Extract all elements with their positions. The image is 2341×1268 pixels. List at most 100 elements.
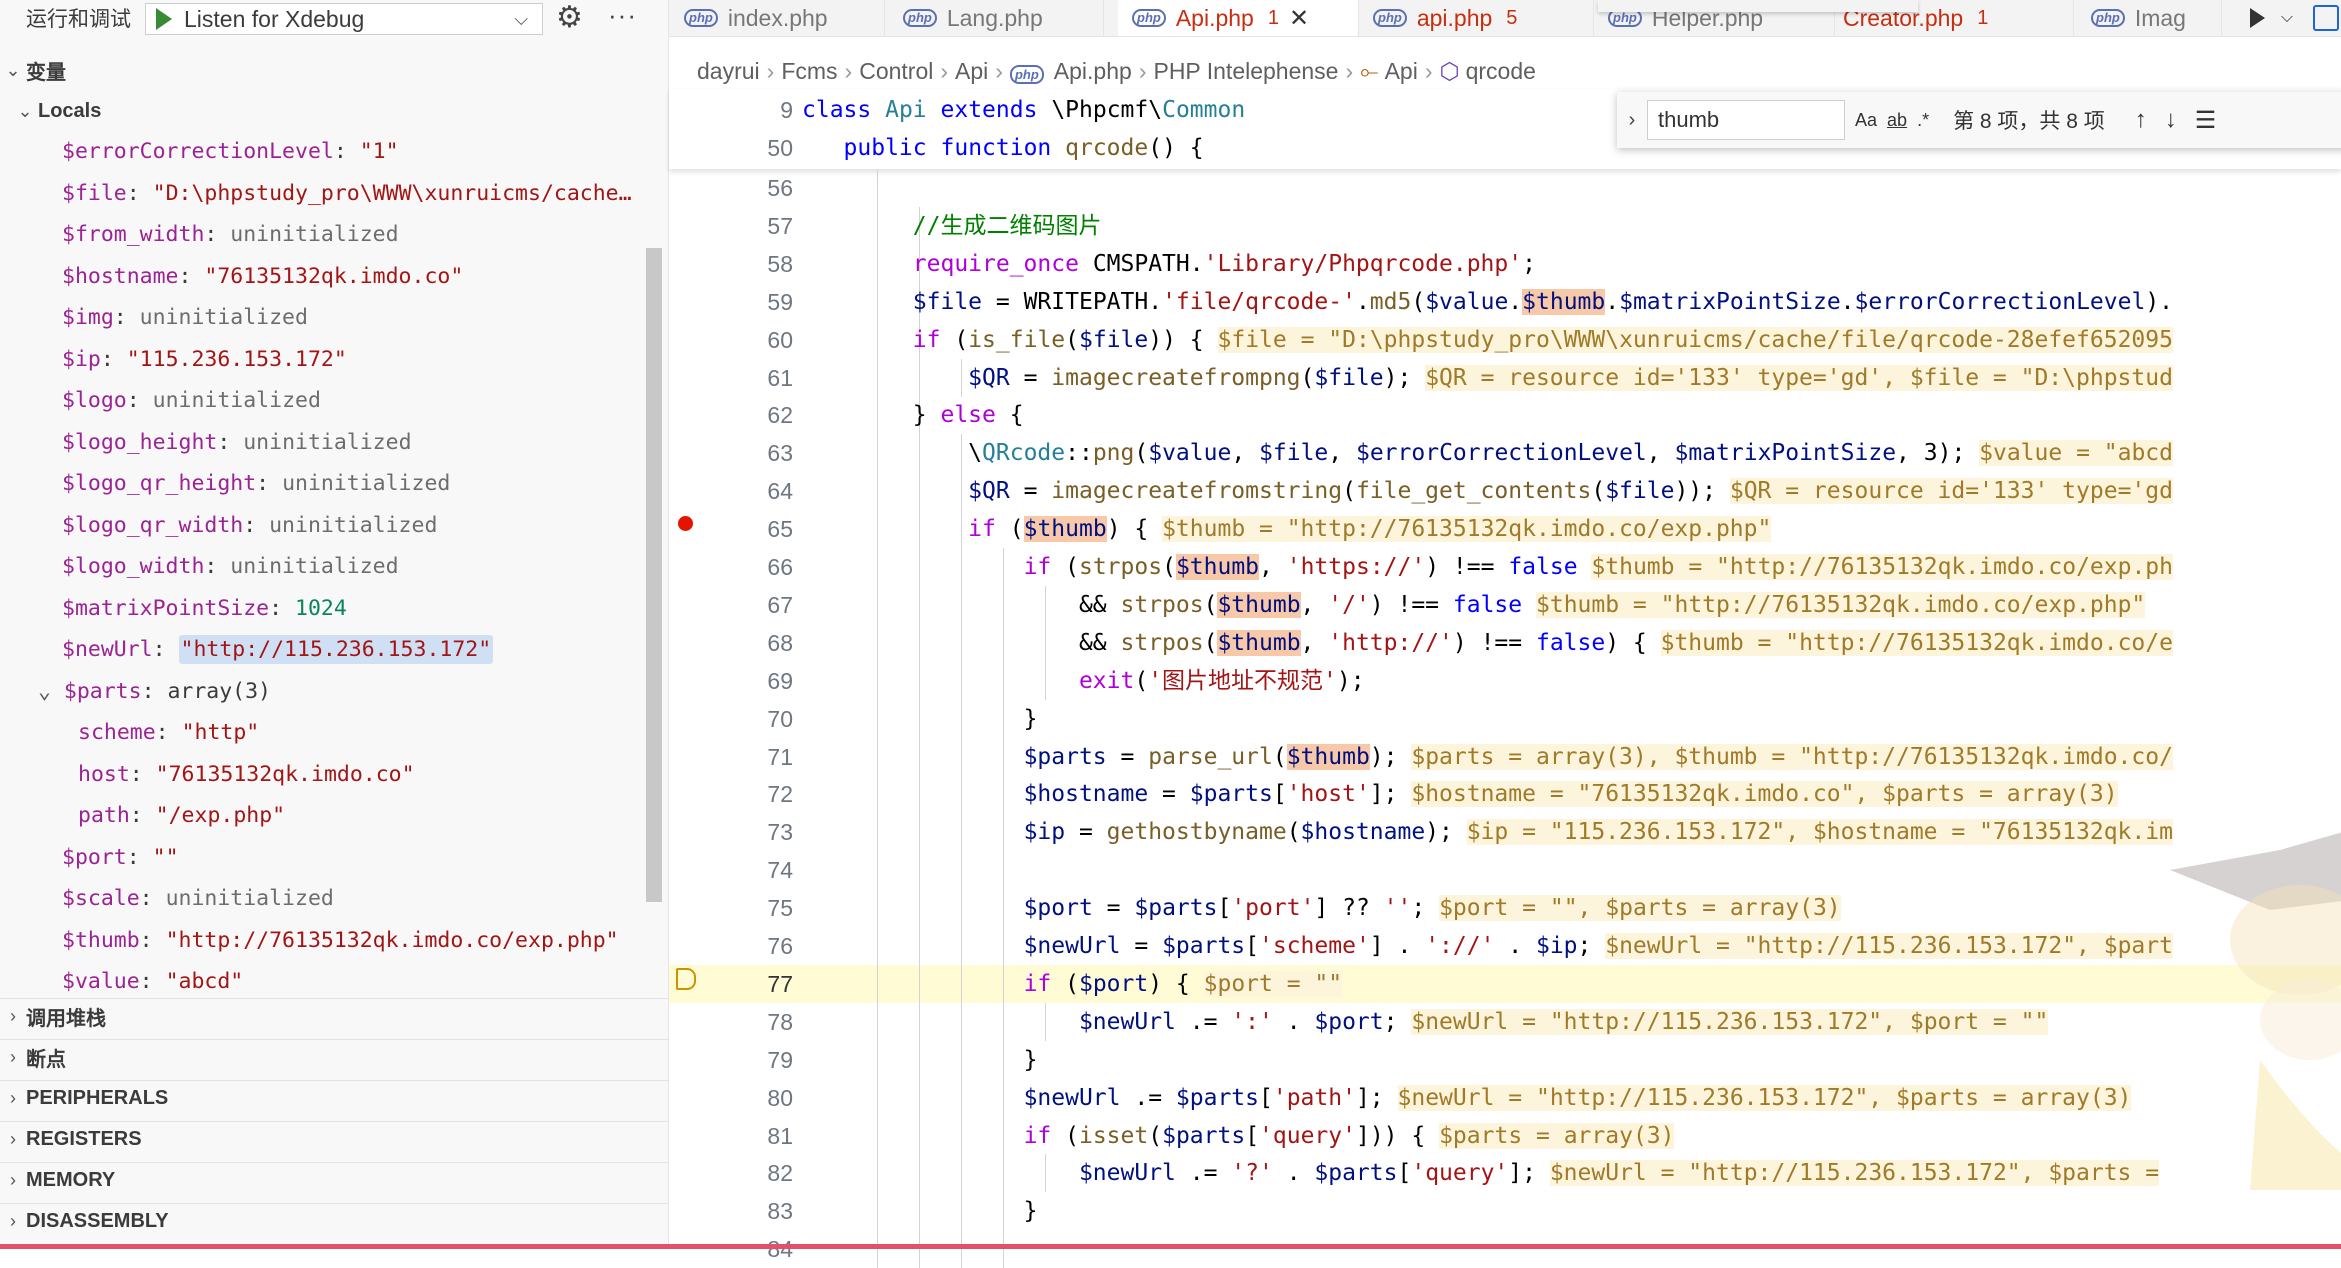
tab-lang-php[interactable]: php Lang.php bbox=[899, 0, 1104, 36]
variables-section-header[interactable]: ⌄ 变量 bbox=[0, 53, 668, 87]
breadcrumb-item[interactable]: PHP Intelephense bbox=[1153, 58, 1338, 84]
code-text: $hostname = $parts['host']; $hostname = … bbox=[1023, 781, 2118, 808]
variable-row[interactable]: $matrixPointSize: 1024 bbox=[0, 588, 650, 630]
code-line[interactable]: 75 $port = $parts['port'] ?? ''; $port =… bbox=[669, 889, 2341, 928]
arrow-up-icon[interactable]: ↑ bbox=[2135, 106, 2147, 134]
code-line[interactable]: 70 } bbox=[669, 699, 2341, 738]
variable-row[interactable]: $img: uninitialized bbox=[0, 297, 650, 339]
code-line[interactable]: 82 $newUrl .= '?' . $parts['query']; $ne… bbox=[669, 1154, 2341, 1193]
code-line[interactable]: 58 require_once CMSPATH.'Library/Phpqrco… bbox=[669, 244, 2341, 283]
code-line[interactable]: 80 $newUrl .= $parts['path']; $newUrl = … bbox=[669, 1078, 2341, 1117]
code-line[interactable]: 56 bbox=[669, 169, 2341, 207]
variable-row[interactable]: $value: "abcd" bbox=[0, 961, 650, 993]
code-line[interactable]: 78 $newUrl .= ':' . $port; $newUrl = "ht… bbox=[669, 1002, 2341, 1041]
arrow-down-icon[interactable]: ↓ bbox=[2165, 106, 2177, 134]
code-line[interactable]: 83 } bbox=[669, 1192, 2341, 1231]
run-file-icon[interactable] bbox=[2249, 8, 2265, 28]
variable-row[interactable]: $newUrl: "http://115.236.153.172" bbox=[0, 629, 650, 671]
memory-section-header[interactable]: › MEMORY bbox=[0, 1162, 668, 1197]
breakpoints-section-header[interactable]: › 断点 bbox=[0, 1039, 668, 1074]
breadcrumb-item[interactable]: qrcode bbox=[1466, 58, 1536, 84]
code-line[interactable]: 84 bbox=[669, 1230, 2341, 1268]
chevron-down-icon[interactable]: ⌵ bbox=[514, 9, 528, 30]
callstack-section-header[interactable]: › 调用堆栈 bbox=[0, 998, 668, 1033]
whole-word-toggle[interactable]: ab bbox=[1887, 110, 1907, 131]
code-line[interactable]: 57 //生成二维码图片 bbox=[669, 206, 2341, 245]
chevron-down-icon[interactable]: ⌵ bbox=[2281, 9, 2293, 27]
variable-row[interactable]: $logo_width: uninitialized bbox=[0, 546, 650, 588]
code-line[interactable]: 81 if (isset($parts['query'])) { $parts … bbox=[669, 1116, 2341, 1155]
menu-icon[interactable]: ☰ bbox=[2195, 106, 2217, 135]
scrollbar[interactable] bbox=[646, 248, 662, 902]
variable-row[interactable]: ⌄ $parts: array(3) bbox=[0, 671, 650, 713]
disassembly-section-header[interactable]: › DISASSEMBLY bbox=[0, 1203, 668, 1238]
find-input[interactable] bbox=[1647, 100, 1845, 140]
variable-row[interactable]: $logo_height: uninitialized bbox=[0, 422, 650, 464]
code-line[interactable]: 64 $QR = imagecreatefromstring(file_get_… bbox=[669, 472, 2341, 511]
code-line[interactable]: 62 } else { bbox=[669, 396, 2341, 435]
variable-row[interactable]: $logo_qr_height: uninitialized bbox=[0, 463, 650, 505]
variable-name: $scale bbox=[62, 886, 140, 911]
breadcrumb-item[interactable]: Api bbox=[1385, 58, 1418, 84]
close-icon[interactable]: ✕ bbox=[1289, 4, 1309, 33]
line-number: 76 bbox=[767, 933, 793, 959]
section-label: 变量 bbox=[26, 61, 66, 84]
locals-scope-header[interactable]: ⌄ Locals bbox=[0, 94, 668, 128]
code-line[interactable]: 71 $parts = parse_url($thumb); $parts = … bbox=[669, 737, 2341, 776]
breadcrumb-item[interactable]: Api.php bbox=[1054, 58, 1132, 84]
variable-row[interactable]: $errorCorrectionLevel: "1" bbox=[0, 131, 650, 173]
code-line[interactable]: 69 exit('图片地址不规范'); bbox=[669, 661, 2341, 700]
code-line[interactable]: 72 $hostname = $parts['host']; $hostname… bbox=[669, 775, 2341, 814]
chevron-right-icon[interactable]: › bbox=[1617, 109, 1647, 132]
code-line[interactable]: 68 && strpos($thumb, 'http://') !== fals… bbox=[669, 623, 2341, 662]
code-line[interactable]: 65 if ($thumb) { $thumb = "http://761351… bbox=[669, 510, 2341, 549]
code-line[interactable]: 67 && strpos($thumb, '/') !== false $thu… bbox=[669, 585, 2341, 624]
breadcrumb-item[interactable]: Fcms bbox=[781, 58, 837, 84]
match-case-toggle[interactable]: Aa bbox=[1855, 110, 1877, 131]
breakpoint-dot[interactable] bbox=[678, 516, 693, 531]
chevron-right-icon: › bbox=[10, 1087, 16, 1108]
peripherals-section-header[interactable]: › PERIPHERALS bbox=[0, 1080, 668, 1115]
code-line[interactable]: 60 if (is_file($file)) { $file = "D:\php… bbox=[669, 320, 2341, 359]
code-line[interactable]: 59 $file = WRITEPATH.'file/qrcode-'.md5(… bbox=[669, 282, 2341, 321]
gear-icon[interactable]: ⚙ bbox=[556, 0, 583, 36]
code-line[interactable]: 63 \QRcode::png($value, $file, $errorCor… bbox=[669, 434, 2341, 473]
breadcrumb-item[interactable]: Api bbox=[955, 58, 988, 84]
tab-api-php-lower[interactable]: php api.php 5 bbox=[1359, 0, 1594, 36]
variable-row[interactable]: $file: "D:\phpstudy_pro\WWW\xunruicms/ca… bbox=[0, 173, 650, 215]
tab-imag[interactable]: php Imag bbox=[2077, 0, 2222, 36]
breadcrumb-item[interactable]: Control bbox=[859, 58, 933, 84]
breadcrumb-item[interactable]: dayrui bbox=[697, 58, 760, 84]
variable-row[interactable]: host: "76135132qk.imdo.co" bbox=[0, 754, 650, 796]
tab-api-php-active[interactable]: php Api.php 1 ✕ bbox=[1118, 0, 1359, 36]
code-line[interactable]: 76 $newUrl = $parts['scheme'] . '://' . … bbox=[669, 927, 2341, 965]
chevron-down-icon[interactable]: ⌄ bbox=[38, 679, 64, 704]
variable-row[interactable]: $logo: uninitialized bbox=[0, 380, 650, 422]
tab-index-php[interactable]: php index.php bbox=[684, 0, 885, 36]
debug-config-select[interactable]: Listen for Xdebug ⌵ bbox=[145, 3, 543, 35]
regex-toggle[interactable]: .* bbox=[1917, 110, 1929, 131]
variable-row[interactable]: $thumb: "http://76135132qk.imdo.co/exp.p… bbox=[0, 920, 650, 962]
code-line[interactable]: 61 $QR = imagecreatefrompng($file); $QR … bbox=[669, 358, 2341, 397]
variable-row[interactable]: $scale: uninitialized bbox=[0, 878, 650, 920]
variable-row[interactable]: $hostname: "76135132qk.imdo.co" bbox=[0, 256, 650, 298]
more-actions-icon[interactable]: ··· bbox=[608, 0, 637, 30]
variable-row[interactable]: $ip: "115.236.153.172" bbox=[0, 339, 650, 381]
code-line[interactable]: 73 $ip = gethostbyname($hostname); $ip =… bbox=[669, 813, 2341, 852]
line-number: 82 bbox=[767, 1160, 793, 1187]
debug-float-toolbar[interactable] bbox=[1598, 0, 1918, 12]
code-line[interactable]: 74 bbox=[669, 851, 2341, 890]
variable-row[interactable]: $from_width: uninitialized bbox=[0, 214, 650, 256]
code-line[interactable]: 66 if (strpos($thumb, 'https://') !== fa… bbox=[669, 548, 2341, 586]
line-number: 83 bbox=[767, 1198, 793, 1225]
registers-section-header[interactable]: › REGISTERS bbox=[0, 1121, 668, 1156]
current-code-line[interactable]: 77 if ($port) { $port = "" bbox=[669, 964, 2341, 1003]
code-line[interactable]: 79 } bbox=[669, 1040, 2341, 1079]
start-debugging-icon[interactable] bbox=[156, 8, 172, 30]
variable-value: "http://76135132qk.imdo.co/exp.php" bbox=[165, 927, 619, 953]
variable-row[interactable]: path: "/exp.php" bbox=[0, 795, 650, 837]
variable-row[interactable]: $logo_qr_width: uninitialized bbox=[0, 505, 650, 547]
split-editor-icon[interactable] bbox=[2313, 5, 2339, 31]
variable-row[interactable]: scheme: "http" bbox=[0, 712, 650, 754]
variable-row[interactable]: $port: "" bbox=[0, 837, 650, 879]
